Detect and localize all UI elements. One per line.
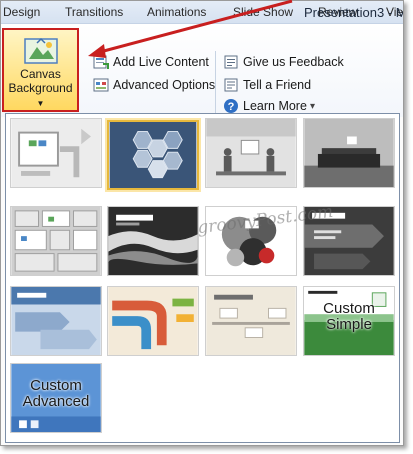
options-icon	[93, 78, 109, 92]
tell-a-friend-button[interactable]: Tell a Friend	[223, 76, 311, 94]
thumbnail-colored-flow[interactable]	[107, 286, 199, 356]
custom-advanced-caption-1: Custom	[30, 377, 82, 394]
ribbon-divider	[215, 51, 216, 113]
thumbnail-grey-office-people-image	[206, 119, 296, 187]
tell-a-friend-label: Tell a Friend	[243, 78, 312, 92]
thumbnail-dark-sofa[interactable]	[303, 118, 395, 188]
tab-slide-show[interactable]: Slide Show	[233, 5, 293, 19]
tab-design[interactable]: Design	[3, 5, 40, 19]
app-window: Design Transitions Animations Slide Show…	[0, 0, 404, 446]
thumbnail-timeline-beige[interactable]	[205, 286, 297, 356]
thumbnail-grey-maze[interactable]	[10, 206, 102, 276]
custom-simple-caption-1: Custom	[323, 300, 375, 317]
advanced-options-button[interactable]: Advanced Options	[93, 76, 215, 94]
add-live-content-label: Add Live Content	[113, 55, 209, 69]
thumbnail-custom-simple[interactable]: Custom Simple	[303, 286, 395, 356]
thumbnail-grey-arrows-image	[11, 119, 101, 187]
custom-simple-caption-2: Simple	[326, 316, 372, 333]
tell-friend-icon	[224, 78, 238, 92]
thumbnail-grey-maze-image	[11, 207, 101, 275]
advanced-options-label: Advanced Options	[113, 78, 216, 92]
window-title: Presentation3 - M	[304, 5, 404, 20]
canvas-background-label-2: Background	[8, 81, 73, 95]
custom-advanced-caption-2: Advanced	[22, 393, 90, 410]
thumbnail-dark-waves-title[interactable]	[107, 206, 199, 276]
give-feedback-label: Give us Feedback	[243, 55, 344, 69]
thumbnail-grey-office-people[interactable]	[205, 118, 297, 188]
tab-transitions[interactable]: Transitions	[65, 5, 123, 19]
feedback-icon	[224, 55, 238, 69]
thumbnail-dark-sofa-image	[304, 119, 394, 187]
svg-text:?: ?	[228, 101, 235, 113]
thumbnail-dark-waves-title-image	[108, 207, 198, 275]
thumbnail-blue-arrows-title-image	[11, 287, 101, 355]
give-feedback-button[interactable]: Give us Feedback	[223, 53, 344, 71]
thumbnail-timeline-beige-image	[206, 287, 296, 355]
canvas-background-button[interactable]: Canvas Background ▼	[2, 28, 79, 112]
thumbnail-blue-hexagons-image	[109, 122, 197, 188]
thumbnail-colored-flow-image	[108, 287, 198, 355]
thumbnail-grey-arrows[interactable]	[10, 118, 102, 188]
thumbnail-custom-advanced[interactable]: Custom Advanced	[10, 363, 102, 433]
chevron-down-icon: ▾	[309, 100, 315, 112]
canvas-background-gallery: Custom Simple Custom Advanced	[5, 113, 400, 443]
learn-more-label: Learn More	[243, 99, 307, 113]
thumbnail-blue-hexagons[interactable]	[107, 120, 199, 190]
help-icon: ?	[224, 99, 238, 113]
tab-animations[interactable]: Animations	[147, 5, 206, 19]
add-live-content-button[interactable]: Add Live Content	[93, 53, 209, 71]
canvas-background-label-1: Canvas	[20, 67, 61, 81]
thumbnail-blue-arrows-title[interactable]	[10, 286, 102, 356]
chevron-down-icon: ▼	[36, 99, 45, 108]
canvas-background-icon	[23, 37, 58, 64]
live-content-icon	[93, 55, 109, 69]
